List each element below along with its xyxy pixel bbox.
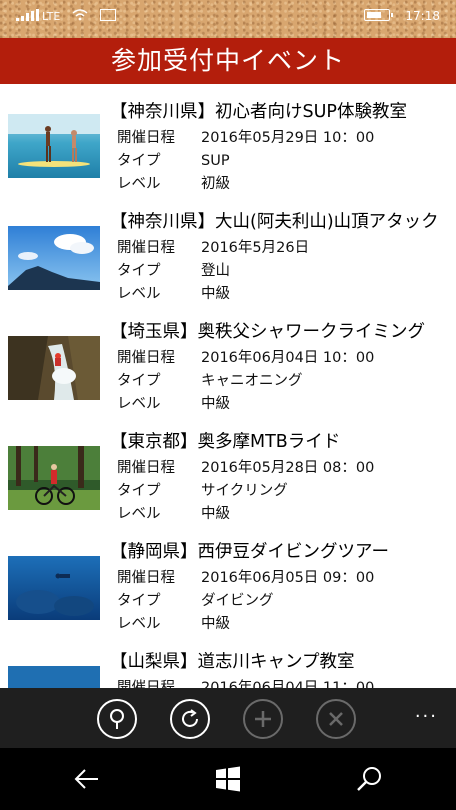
event-level: 中級 bbox=[201, 286, 230, 302]
event-item-diving[interactable]: 【静岡県】西伊豆ダイビングツアー 開催日程 2016年06月05日 09：00 タ… bbox=[0, 524, 456, 634]
event-item-mtb[interactable]: 【東京都】奥多摩MTBライド 開催日程 2016年05月28日 08：00 タイプ… bbox=[0, 414, 456, 524]
event-item-camp[interactable]: 【山梨県】道志川キャンプ教室 開催日程 2016年06月04日 11：00 bbox=[0, 634, 456, 688]
event-level-row: レベル 中級 bbox=[117, 392, 230, 413]
date-label: 開催日程 bbox=[117, 350, 175, 366]
event-date: 2016年05月28日 08：00 bbox=[201, 460, 375, 476]
add-icon bbox=[255, 711, 271, 727]
event-type-row: タイプ キャニオニング bbox=[117, 369, 303, 390]
cancel-button[interactable] bbox=[316, 699, 356, 739]
event-type: キャニオニング bbox=[201, 373, 303, 389]
back-icon[interactable] bbox=[72, 764, 102, 794]
camp-photo bbox=[8, 666, 100, 688]
event-level-row: レベル 初級 bbox=[117, 172, 230, 193]
event-type: ダイビング bbox=[201, 593, 274, 609]
event-item-canyoning[interactable]: 【埼玉県】奥秩父シャワークライミング 開催日程 2016年06月04日 10：00… bbox=[0, 304, 456, 414]
event-date-row: 開催日程 2016年05月28日 08：00 bbox=[117, 456, 374, 477]
event-date-row: 開催日程 2016年06月04日 10：00 bbox=[117, 346, 374, 367]
event-type-row: タイプ ダイビング bbox=[117, 589, 274, 610]
event-type: サイクリング bbox=[201, 483, 288, 499]
event-date-row: 開催日程 2016年06月04日 11：00 bbox=[117, 676, 374, 688]
event-date: 2016年5月26日 bbox=[201, 240, 310, 256]
level-label: レベル bbox=[117, 616, 161, 632]
event-date: 2016年06月04日 10：00 bbox=[201, 350, 375, 366]
signal-icon bbox=[16, 9, 39, 21]
event-title: 【埼玉県】奥秩父シャワークライミング bbox=[110, 322, 425, 342]
event-date: 2016年05月29日 10：00 bbox=[201, 130, 375, 146]
battery-icon bbox=[364, 9, 393, 21]
event-date: 2016年06月04日 11：00 bbox=[201, 680, 375, 688]
page-title-bar: 参加受付中イベント bbox=[0, 38, 456, 84]
level-label: レベル bbox=[117, 286, 161, 302]
event-level-row: レベル 中級 bbox=[117, 282, 230, 303]
event-type-row: タイプ SUP bbox=[117, 149, 230, 170]
message-icon bbox=[100, 9, 116, 21]
event-type: 登山 bbox=[201, 263, 230, 279]
more-options-button[interactable]: ··· bbox=[415, 706, 438, 727]
system-nav-bar bbox=[0, 748, 456, 810]
event-item-sup[interactable]: 【神奈川県】初心者向けSUP体験教室 開催日程 2016年05月29日 10：00… bbox=[0, 84, 456, 194]
event-level-row: レベル 中級 bbox=[117, 502, 230, 523]
event-type: SUP bbox=[201, 153, 230, 169]
map-pin-icon bbox=[110, 709, 124, 729]
event-date-row: 開催日程 2016年5月26日 bbox=[117, 236, 309, 257]
event-type-row: タイプ サイクリング bbox=[117, 479, 288, 500]
type-label: タイプ bbox=[117, 593, 161, 609]
clock: 17:18 bbox=[405, 9, 440, 23]
date-label: 開催日程 bbox=[117, 130, 175, 146]
event-title: 【神奈川県】初心者向けSUP体験教室 bbox=[110, 102, 407, 122]
status-bar: LTE 17:18 bbox=[0, 0, 456, 38]
event-date: 2016年06月05日 09：00 bbox=[201, 570, 375, 586]
diving-photo bbox=[8, 556, 100, 620]
network-type: LTE bbox=[42, 10, 61, 23]
event-title: 【山梨県】道志川キャンプ教室 bbox=[110, 652, 355, 672]
windows-start-icon[interactable] bbox=[213, 764, 243, 794]
date-label: 開催日程 bbox=[117, 240, 175, 256]
search-icon[interactable] bbox=[355, 764, 385, 794]
mountain-photo bbox=[8, 226, 100, 290]
cancel-icon bbox=[329, 712, 343, 726]
event-level-row: レベル 中級 bbox=[117, 612, 230, 633]
refresh-button[interactable] bbox=[170, 699, 210, 739]
event-level: 中級 bbox=[201, 396, 230, 412]
event-level: 中級 bbox=[201, 616, 230, 632]
add-button[interactable] bbox=[243, 699, 283, 739]
event-level: 初級 bbox=[201, 176, 230, 192]
event-date-row: 開催日程 2016年05月29日 10：00 bbox=[117, 126, 374, 147]
type-label: タイプ bbox=[117, 373, 161, 389]
sup-photo bbox=[8, 114, 100, 178]
event-type-row: タイプ 登山 bbox=[117, 259, 230, 280]
date-label: 開催日程 bbox=[117, 570, 175, 586]
canyoning-photo bbox=[8, 336, 100, 400]
level-label: レベル bbox=[117, 396, 161, 412]
app-bar: ··· bbox=[0, 688, 456, 748]
event-title: 【静岡県】西伊豆ダイビングツアー bbox=[110, 542, 389, 562]
type-label: タイプ bbox=[117, 153, 161, 169]
level-label: レベル bbox=[117, 506, 161, 522]
event-title: 【東京都】奥多摩MTBライド bbox=[110, 432, 341, 452]
page-title: 参加受付中イベント bbox=[110, 46, 345, 75]
mtb-photo bbox=[8, 446, 100, 510]
type-label: タイプ bbox=[117, 263, 161, 279]
date-label: 開催日程 bbox=[117, 680, 175, 688]
wifi-icon bbox=[72, 9, 88, 21]
map-pin-button[interactable] bbox=[97, 699, 137, 739]
event-date-row: 開催日程 2016年06月05日 09：00 bbox=[117, 566, 374, 587]
date-label: 開催日程 bbox=[117, 460, 175, 476]
refresh-icon bbox=[182, 709, 198, 727]
event-item-mountain[interactable]: 【神奈川県】大山(阿夫利山)山頂アタック 開催日程 2016年5月26日 タイプ 登… bbox=[0, 194, 456, 304]
event-title: 【神奈川県】大山(阿夫利山)山頂アタック bbox=[110, 212, 439, 232]
event-level: 中級 bbox=[201, 506, 230, 522]
level-label: レベル bbox=[117, 176, 161, 192]
type-label: タイプ bbox=[117, 483, 161, 499]
event-list[interactable]: 【神奈川県】初心者向けSUP体験教室 開催日程 2016年05月29日 10：00… bbox=[0, 84, 456, 688]
